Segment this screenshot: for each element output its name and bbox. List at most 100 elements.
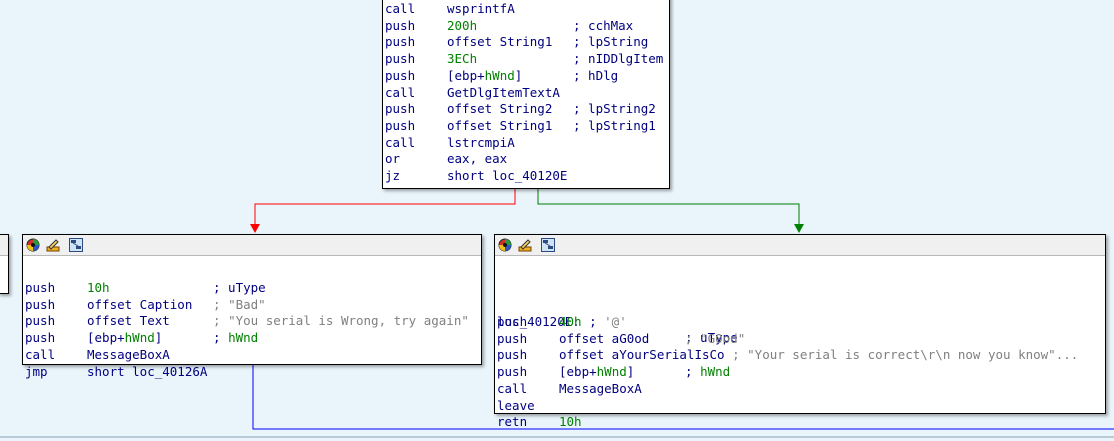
comment-token: ; lpString1 [573,117,656,133]
code-line[interactable]: push offset Text; "You serial is Wrong, t… [23,313,481,330]
code-line[interactable]: call GetDlgItemTextA [383,85,669,102]
operand[interactable]: lstrcmpiA [447,135,515,152]
rename-node-icon[interactable] [46,237,61,252]
edge-true[interactable] [537,189,804,233]
code-line[interactable]: push offset aG0od; "G0od" [495,331,1105,348]
operand-token: offset aG0od [559,330,650,346]
offscreen-left-block[interactable] [0,234,9,294]
code-line[interactable]: push offset Caption ; "Bad" [23,297,481,314]
mnemonic: push [385,17,416,33]
code-line[interactable]: call lstrcmpiA [383,135,669,152]
operand[interactable]: [ebp+hWnd] [87,330,162,347]
operand[interactable]: offset Caption [87,297,192,314]
operand[interactable]: 40h ; '@' [559,314,627,331]
operand[interactable]: 3ECh [447,51,477,68]
operand[interactable]: offset String2 [447,101,552,118]
operand-token: [ebp+ [447,67,485,83]
graph-view[interactable]: call wsprintfA push 200h ; cchMax push offset … [0,0,1114,441]
operand[interactable]: offset String1 [447,34,552,51]
mnemonic: retn [497,414,528,430]
code-line[interactable]: push 10h ; uType [23,280,481,297]
comment-token: ; cchMax [573,17,634,33]
operand-token: offset String1 [447,117,553,133]
mnemonic: push [497,330,528,346]
code-line[interactable]: push 40h ; '@' [495,314,1105,331]
comment: ; cchMax [573,18,633,35]
mnemonic: push [385,34,416,50]
code-line[interactable]: leave [495,398,1105,415]
code-line[interactable]: push offset String1 ; lpString1 [383,118,669,135]
comment: ; hWnd [213,330,258,347]
operand[interactable]: offset String1 [447,118,552,135]
basic-block-good[interactable]: loc_40120E: ; uType push 40h ; '@' push off… [494,234,1106,429]
operand[interactable]: 10h [559,414,582,431]
operand[interactable]: GetDlgItemTextA [447,85,560,102]
comment-token: ; hDlg [573,67,619,83]
operand[interactable]: 200h [447,18,477,35]
node-header [23,235,481,256]
node-header [495,235,1105,256]
comment-token: ; lpString [573,34,649,50]
operand-token: GetDlgItemTextA [447,84,560,100]
code-line[interactable]: push 200h ; cchMax [383,18,669,35]
code-line[interactable]: call MessageBoxA [495,381,1105,398]
node-color-icon[interactable] [25,237,40,252]
operand-token: 10h [87,280,110,295]
operand[interactable]: offset aYourSerialIsCo ; "Your serial is… [559,347,1078,364]
operand[interactable]: MessageBoxA [559,381,642,398]
operand-token: [ebp+ [559,364,597,380]
basic-block-top[interactable]: call wsprintfA push 200h ; cchMax push offset … [382,0,670,189]
mnemonic: or [385,151,401,167]
operand-token: offset String1 [447,34,553,50]
code-line[interactable]: push [ebp+hWnd]; hWnd [495,364,1105,381]
code-line[interactable]: push 3ECh ; nIDDlgItem [383,51,669,68]
operand[interactable]: offset aG0od [559,331,649,348]
code-line[interactable]: jmp short loc_40126A [23,364,481,381]
comment-token: ; [213,296,229,312]
rename-node-icon[interactable] [518,237,533,252]
operand[interactable]: short loc_40120E [447,168,567,185]
mnemonic: push [385,51,416,67]
mnemonic: push [25,280,56,295]
comment: ; nIDDlgItem [573,51,663,68]
edge-false[interactable] [250,189,516,233]
mnemonic: push [25,313,56,329]
code-line[interactable]: push offset String1 ; lpString [383,34,669,51]
basic-block-bad[interactable]: push 10h; uType push offset Caption; "Bad" p… [22,234,482,379]
node-header [0,235,8,256]
code-line-label[interactable]: loc_40120E: ; uType [495,297,1105,346]
node-color-icon[interactable] [497,237,512,252]
operand[interactable]: wsprintfA [447,1,515,18]
code-line[interactable]: push [ebp+hWnd]; hWnd [23,330,481,347]
code-line[interactable]: push [ebp+hWnd] ; hDlg [383,68,669,85]
block-code: loc_40120E: ; uType push 40h ; '@' push off… [495,256,1105,429]
operand[interactable]: eax, eax [447,151,507,168]
block-code: call wsprintfA push 200h ; cchMax push offset … [383,0,669,190]
operand-token: lstrcmpiA [447,134,515,150]
operand[interactable]: short loc_40126A [87,364,207,381]
code-line[interactable]: retn 10h [495,414,1105,431]
operand[interactable]: [ebp+hWnd] [447,68,522,85]
mnemonic: call [385,84,416,100]
code-line[interactable]: push offset String2 ; lpString2 [383,101,669,118]
code-line[interactable]: push offset aYourSerialIsCo ; "Your seria… [495,347,1105,364]
comment: ; "Bad" [213,297,266,314]
comment: ; lpString [573,34,648,51]
mnemonic: push [385,101,416,117]
operand[interactable]: offset Text [87,313,170,330]
code-line[interactable]: jz short loc_40120E [383,168,669,185]
operand-token: offset Text [87,313,170,329]
mnemonic: push [385,117,416,133]
code-line[interactable]: or eax, eax [383,151,669,168]
mnemonic: call [385,1,416,16]
operand[interactable]: [ebp+hWnd] [559,364,634,381]
code-line[interactable]: call wsprintfA [383,1,669,18]
operand-token: hWnd [596,364,627,380]
graph-overview-icon[interactable] [68,237,83,252]
mnemonic: push [25,296,56,312]
operand-token: ] [154,330,163,346]
graph-overview-icon[interactable] [540,237,555,252]
operand[interactable]: MessageBoxA [87,347,170,364]
code-line[interactable]: call MessageBoxA [23,347,481,364]
operand[interactable]: 10h [87,280,110,297]
